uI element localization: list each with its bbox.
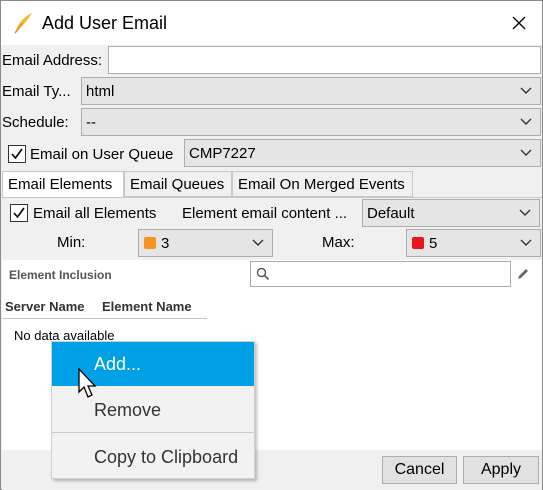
max-label: Max: bbox=[322, 234, 355, 251]
schedule-select[interactable]: -- bbox=[81, 108, 541, 136]
max-value: 5 bbox=[429, 235, 438, 252]
email-type-value: html bbox=[86, 83, 115, 100]
pencil-icon[interactable] bbox=[516, 267, 530, 281]
queue-value: CMP7227 bbox=[189, 145, 256, 162]
context-menu: Add... Remove Copy to Clipboard bbox=[51, 341, 255, 479]
context-menu-separator bbox=[52, 432, 254, 433]
element-content-value: Default bbox=[367, 205, 415, 222]
queue-select[interactable]: CMP7227 bbox=[184, 139, 541, 167]
context-menu-item-copy[interactable]: Copy to Clipboard bbox=[52, 435, 254, 479]
header-divider bbox=[2, 318, 207, 319]
tab-email-merged-events[interactable]: Email On Merged Events bbox=[232, 171, 413, 197]
min-value: 3 bbox=[161, 235, 170, 252]
chevron-down-icon bbox=[520, 87, 532, 94]
email-type-label: Email Ty... bbox=[2, 83, 71, 100]
min-color-swatch bbox=[144, 237, 156, 249]
column-header-element-name[interactable]: Element Name bbox=[102, 299, 192, 314]
tab-bar: Email Elements Email Queues Email On Mer… bbox=[2, 171, 542, 198]
max-color-swatch bbox=[412, 237, 424, 249]
element-content-label: Element email content ... bbox=[182, 205, 348, 222]
schedule-value: -- bbox=[86, 114, 96, 131]
title-bar: Add User Email bbox=[1, 1, 542, 45]
add-user-email-dialog: Add User Email Email Address: Email Ty..… bbox=[0, 0, 543, 490]
window-title: Add User Email bbox=[42, 13, 168, 33]
email-on-queue-checkbox[interactable] bbox=[8, 145, 26, 163]
chevron-down-icon bbox=[252, 239, 264, 246]
close-icon[interactable] bbox=[501, 5, 537, 41]
checkmark-icon bbox=[11, 148, 23, 160]
tab-email-elements[interactable]: Email Elements bbox=[2, 171, 124, 198]
chevron-down-icon bbox=[519, 209, 531, 216]
element-inclusion-title: Element Inclusion bbox=[9, 268, 112, 282]
cancel-button[interactable]: Cancel bbox=[382, 456, 457, 484]
tab-email-queues[interactable]: Email Queues bbox=[124, 171, 232, 197]
chevron-down-icon bbox=[520, 239, 532, 246]
checkmark-icon bbox=[13, 207, 25, 219]
max-select[interactable]: 5 bbox=[406, 229, 541, 257]
element-content-select[interactable]: Default bbox=[362, 199, 540, 227]
email-all-elements-label: Email all Elements bbox=[33, 205, 157, 222]
chevron-down-icon bbox=[520, 149, 532, 156]
email-address-label: Email Address: bbox=[2, 52, 103, 69]
min-label: Min: bbox=[57, 234, 86, 251]
email-address-field[interactable] bbox=[108, 46, 541, 74]
apply-button[interactable]: Apply bbox=[463, 456, 539, 484]
email-type-select[interactable]: html bbox=[81, 77, 541, 105]
feather-icon bbox=[11, 11, 35, 35]
column-header-server-name[interactable]: Server Name bbox=[5, 299, 85, 314]
email-all-elements-checkbox[interactable] bbox=[10, 204, 28, 222]
min-select[interactable]: 3 bbox=[138, 229, 273, 257]
search-input[interactable] bbox=[250, 261, 511, 287]
schedule-label: Schedule: bbox=[2, 114, 69, 131]
search-icon bbox=[256, 267, 270, 281]
chevron-down-icon bbox=[520, 118, 532, 125]
mouse-cursor-icon bbox=[78, 368, 97, 398]
email-on-queue-label: Email on User Queue bbox=[30, 146, 174, 163]
